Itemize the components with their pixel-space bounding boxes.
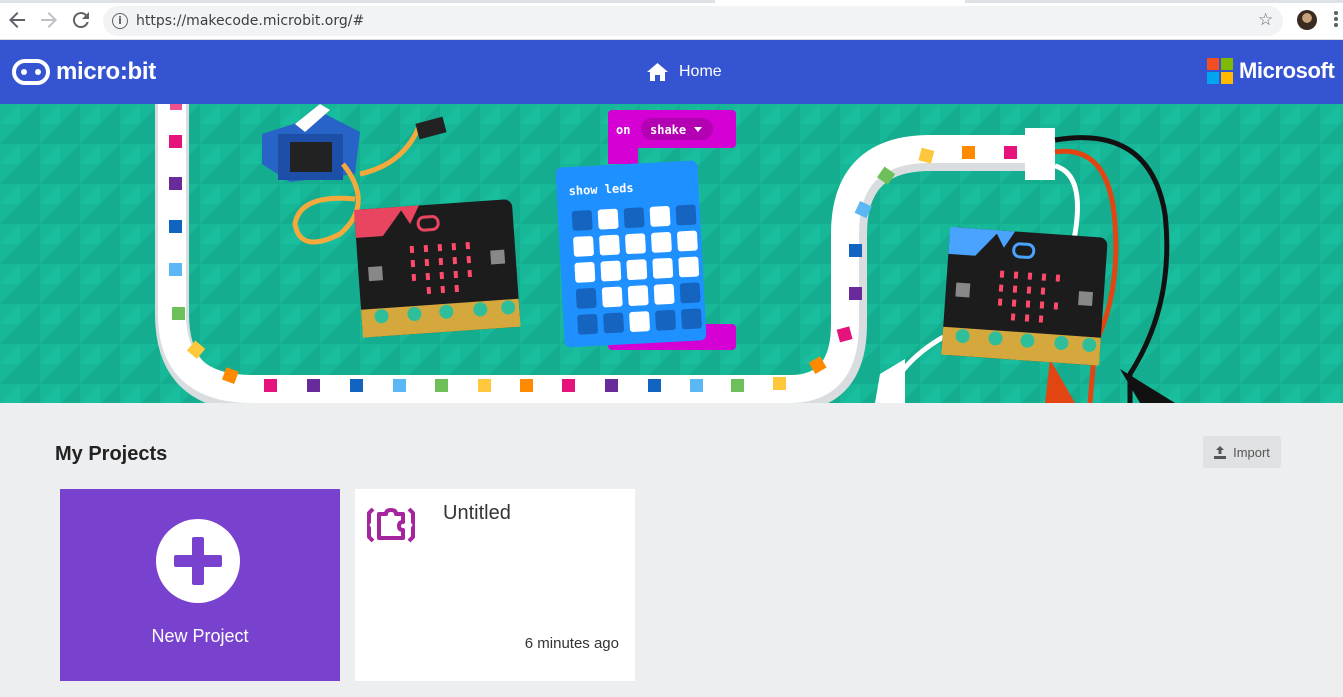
home-label: Home (679, 63, 722, 80)
partner-name: Microsoft (1239, 58, 1335, 83)
arrow-left-icon[interactable] (5, 8, 29, 32)
plus-icon (156, 519, 240, 603)
new-project-label: New Project (151, 626, 249, 646)
app-header: micro:bit Home Microsoft (0, 40, 1343, 104)
reload-icon[interactable] (69, 8, 93, 32)
section-title-my-projects: My Projects (55, 443, 168, 465)
microsoft-logo[interactable]: Microsoft (1207, 58, 1335, 84)
project-card[interactable]: Untitled 6 minutes ago (355, 489, 635, 681)
avatar[interactable] (1297, 10, 1317, 30)
microbit-board-right (941, 226, 1108, 366)
hero-illustration: on shake show leds (0, 104, 1343, 403)
arrow-right-icon[interactable] (37, 8, 61, 32)
browser-toolbar: i https://makecode.microbit.org/# ☆ (0, 0, 1343, 40)
kebab-menu-icon[interactable] (1334, 11, 1338, 29)
new-project-card[interactable]: New Project (60, 489, 340, 681)
import-label: Import (1233, 444, 1270, 460)
upload-icon (1214, 445, 1227, 459)
blocks-project-icon (367, 507, 415, 543)
home-icon (647, 63, 668, 81)
svg-text:on: on (616, 123, 630, 137)
info-icon[interactable]: i (112, 13, 128, 29)
microbit-logo[interactable]: micro:bit (12, 57, 156, 87)
project-timestamp: 6 minutes ago (524, 635, 619, 652)
home-button[interactable]: Home (646, 60, 722, 84)
import-button[interactable]: Import (1203, 436, 1281, 468)
star-icon[interactable]: ☆ (1258, 10, 1273, 30)
tab-strip (0, 0, 1343, 3)
microbit-board-left (354, 199, 521, 338)
show-leds-block: show leds (555, 160, 707, 348)
microsoft-icon (1207, 58, 1233, 84)
microbit-logo-icon (12, 59, 50, 85)
brand-name: micro:bit (56, 58, 156, 85)
project-title: Untitled (443, 502, 511, 524)
hero-banner: on shake show leds (0, 104, 1343, 403)
svg-text:shake: shake (650, 123, 686, 137)
active-tab[interactable] (715, 0, 965, 3)
strip-connector (1025, 128, 1055, 180)
url-text[interactable]: https://makecode.microbit.org/# (136, 13, 364, 29)
